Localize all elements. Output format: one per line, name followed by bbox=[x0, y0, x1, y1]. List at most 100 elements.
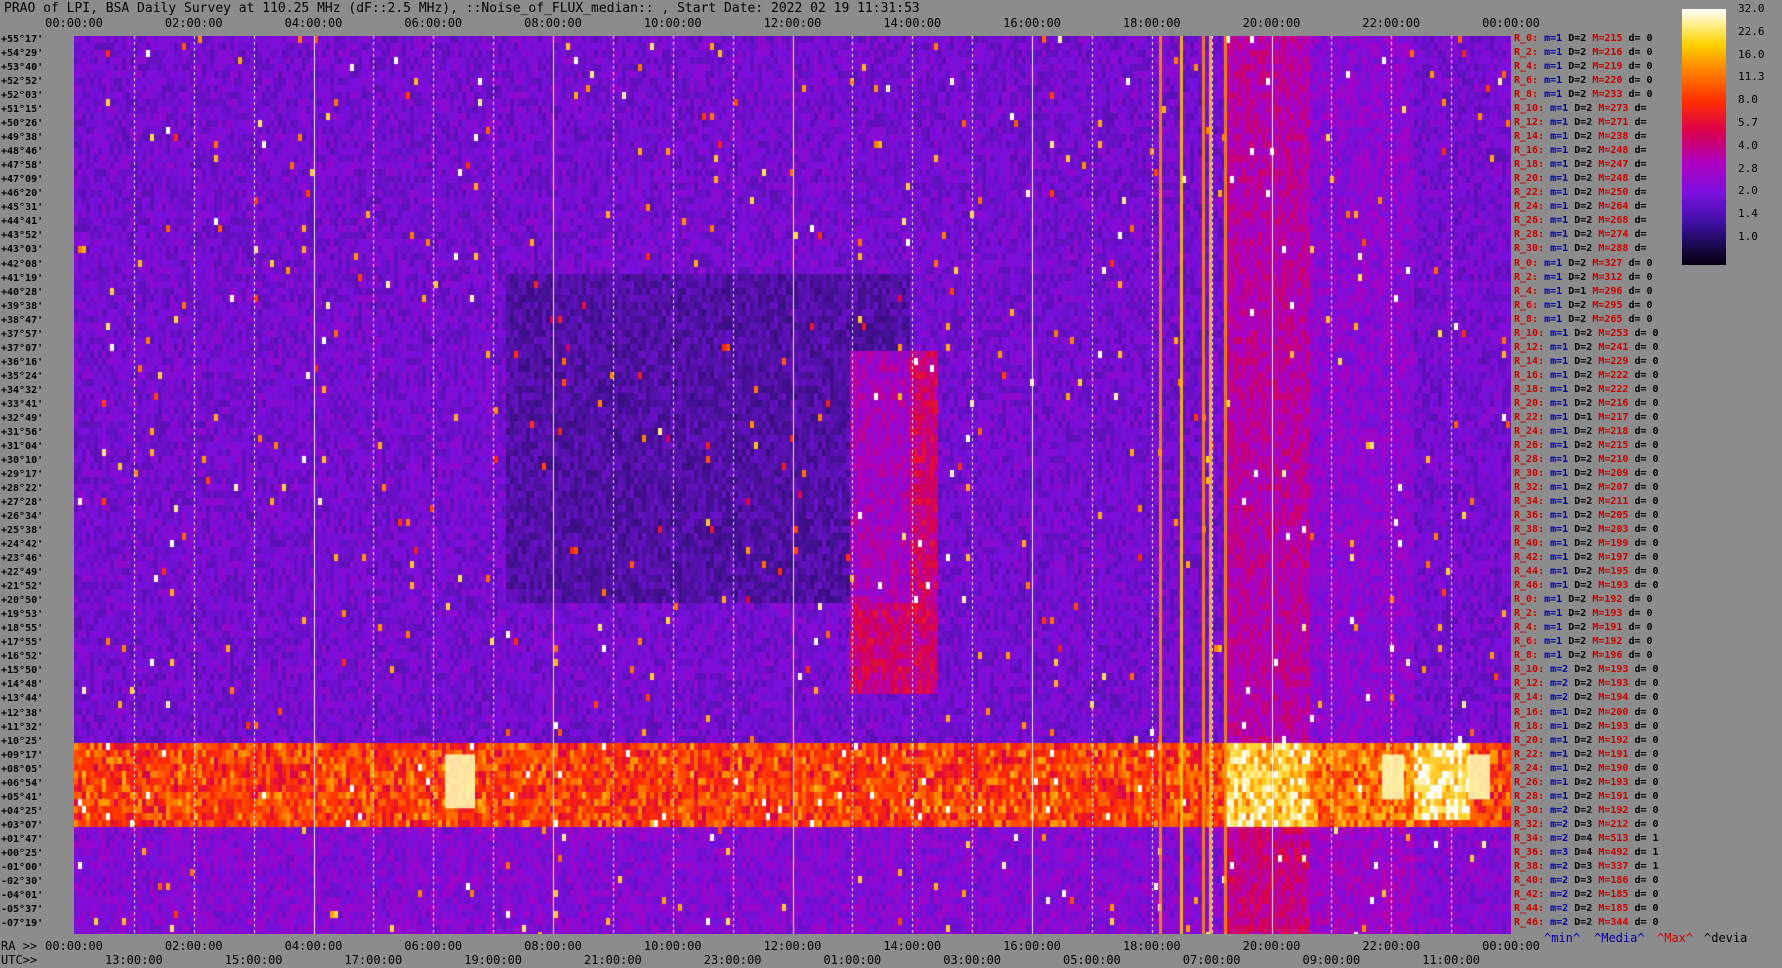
stat-dev: d= 0 bbox=[1628, 313, 1653, 325]
stat-m: m=1 bbox=[1550, 482, 1569, 493]
stat-m: m=2 bbox=[1550, 874, 1569, 886]
stat-dev: d= 0 bbox=[1634, 692, 1659, 704]
stat-d: D=2 bbox=[1574, 117, 1593, 129]
declination-label: +38°47' bbox=[1, 314, 44, 326]
stat-r: R_30: bbox=[1514, 467, 1545, 479]
stat-row: R_44: m=1 D=2 M=195 d= 0 bbox=[1514, 565, 1684, 579]
stat-dev: d= 0 bbox=[1634, 734, 1659, 746]
stat-max: M=191 bbox=[1592, 622, 1623, 634]
stat-r: R_20: bbox=[1514, 734, 1545, 746]
stat-row: R_4: m=1 D=1 M=296 d= 0 bbox=[1514, 285, 1684, 299]
stat-m: m=2 bbox=[1550, 692, 1569, 704]
stat-d: D=2 bbox=[1568, 75, 1587, 87]
stat-r: R_8: bbox=[1514, 89, 1539, 101]
stat-m: m=1 bbox=[1550, 566, 1569, 578]
stat-d: D=2 bbox=[1574, 397, 1593, 409]
stat-m: m=1 bbox=[1544, 608, 1563, 620]
stat-row: R_10: m=2 D=2 M=193 d= 0 bbox=[1514, 663, 1684, 677]
stat-r: R_16: bbox=[1514, 145, 1545, 157]
stat-d: D=2 bbox=[1574, 425, 1593, 437]
top-time-label: 04:00:00 bbox=[284, 16, 343, 30]
stat-dev: d= 0 bbox=[1628, 650, 1653, 662]
stat-dev: d= 0 bbox=[1634, 720, 1659, 732]
stat-row: R_12: m=2 D=2 M=193 d= 0 bbox=[1514, 677, 1684, 691]
ra-time-label: 18:00:00 bbox=[1122, 939, 1181, 953]
stat-dev: d= 0 bbox=[1634, 482, 1659, 493]
stat-d: D=2 bbox=[1568, 594, 1587, 606]
declination-label: +52°03' bbox=[1, 90, 44, 102]
stat-max: M=327 bbox=[1592, 257, 1623, 269]
stat-d: D=2 bbox=[1574, 734, 1593, 746]
stat-m: m=1 bbox=[1544, 285, 1563, 297]
stat-r: R_24: bbox=[1514, 201, 1545, 213]
declination-label: +18°55' bbox=[1, 623, 44, 635]
stat-max: M=492 bbox=[1598, 846, 1629, 858]
stat-row: R_36: m=1 D=2 M=205 d= 0 bbox=[1514, 509, 1684, 523]
stat-row: R_34: m=1 D=2 M=211 d= 0 bbox=[1514, 495, 1684, 509]
stat-d: D=2 bbox=[1574, 467, 1593, 479]
stat-row: R_14: m=2 D=2 M=194 d= 0 bbox=[1514, 691, 1684, 705]
stat-d: D=2 bbox=[1574, 706, 1593, 718]
colorbar-tick: 22.6 bbox=[1738, 24, 1765, 38]
stat-m: m=1 bbox=[1550, 762, 1569, 774]
declination-label: +04°25' bbox=[1, 805, 44, 817]
stat-d: D=1 bbox=[1568, 285, 1587, 297]
stat-m: m=2 bbox=[1550, 804, 1569, 816]
stat-r: R_4: bbox=[1514, 622, 1539, 634]
stat-row: R_18: m=1 D=2 M=193 d= 0 bbox=[1514, 720, 1684, 734]
stat-dev: d= 0 bbox=[1628, 271, 1653, 283]
colorbar-tick: 16.0 bbox=[1738, 47, 1765, 61]
stat-m: m=1 bbox=[1550, 510, 1569, 522]
ra-time-label: 00:00:00 bbox=[45, 939, 103, 953]
stat-max: M=337 bbox=[1598, 860, 1629, 872]
stat-row: R_30: m=2 D=2 M=192 d= 0 bbox=[1514, 804, 1684, 818]
stat-row: R_6: m=1 D=2 M=295 d= 0 bbox=[1514, 299, 1684, 313]
legend-devia: ^devia bbox=[1704, 931, 1748, 945]
stat-r: R_10: bbox=[1514, 327, 1545, 339]
stat-max: M=192 bbox=[1598, 734, 1629, 746]
stat-dev: d= 0 bbox=[1634, 902, 1659, 914]
stat-row: R_22: m=1 D=2 M=191 d= 0 bbox=[1514, 748, 1684, 762]
top-time-label: 14:00:00 bbox=[883, 16, 942, 30]
stat-row: R_28: m=1 D=2 M=274 d= bbox=[1514, 228, 1684, 242]
stat-d: D=2 bbox=[1568, 271, 1587, 283]
stat-d: D=2 bbox=[1568, 636, 1587, 648]
stat-m: m=2 bbox=[1550, 832, 1569, 844]
ra-time-label: 06:00:00 bbox=[404, 939, 463, 953]
stat-d: D=2 bbox=[1574, 524, 1593, 536]
stat-d: D=2 bbox=[1574, 776, 1593, 788]
stat-m: m=1 bbox=[1550, 453, 1569, 465]
stat-dev: d= 0 bbox=[1628, 61, 1653, 73]
declination-label: -07°19' bbox=[1, 917, 44, 929]
stat-r: R_2: bbox=[1514, 47, 1539, 59]
declination-label: +37°57' bbox=[1, 328, 44, 340]
stat-dev: d= 0 bbox=[1628, 622, 1653, 634]
declination-label: +43°03' bbox=[1, 244, 44, 256]
stat-r: R_28: bbox=[1514, 790, 1545, 802]
stat-max: M=193 bbox=[1598, 776, 1629, 788]
stat-max: M=193 bbox=[1598, 664, 1629, 676]
stat-row: R_28: m=1 D=2 M=210 d= 0 bbox=[1514, 453, 1684, 467]
stat-max: M=296 bbox=[1592, 285, 1623, 297]
stat-dev: d= 0 bbox=[1634, 580, 1659, 592]
stat-r: R_38: bbox=[1514, 524, 1545, 536]
stat-d: D=2 bbox=[1574, 580, 1593, 592]
stat-r: R_16: bbox=[1514, 706, 1545, 718]
stat-max: M=192 bbox=[1598, 804, 1629, 816]
stat-d: D=2 bbox=[1574, 103, 1593, 115]
stat-dev: d= bbox=[1634, 131, 1647, 143]
stat-dev: d= 0 bbox=[1634, 804, 1659, 816]
stat-r: R_32: bbox=[1514, 482, 1545, 493]
stat-row: R_26: m=1 D=2 M=215 d= 0 bbox=[1514, 439, 1684, 453]
declination-label: +10°25' bbox=[1, 735, 44, 747]
stat-dev: d= bbox=[1634, 215, 1647, 227]
stat-r: R_16: bbox=[1514, 369, 1545, 381]
stat-r: R_14: bbox=[1514, 131, 1545, 143]
utc-label: UTC>> bbox=[1, 953, 38, 967]
stat-m: m=1 bbox=[1550, 538, 1569, 550]
stat-m: m=1 bbox=[1550, 159, 1569, 171]
stat-m: m=2 bbox=[1550, 678, 1569, 690]
stat-max: M=220 bbox=[1592, 75, 1623, 87]
stat-max: M=273 bbox=[1598, 103, 1629, 115]
stat-d: D=2 bbox=[1574, 229, 1593, 241]
